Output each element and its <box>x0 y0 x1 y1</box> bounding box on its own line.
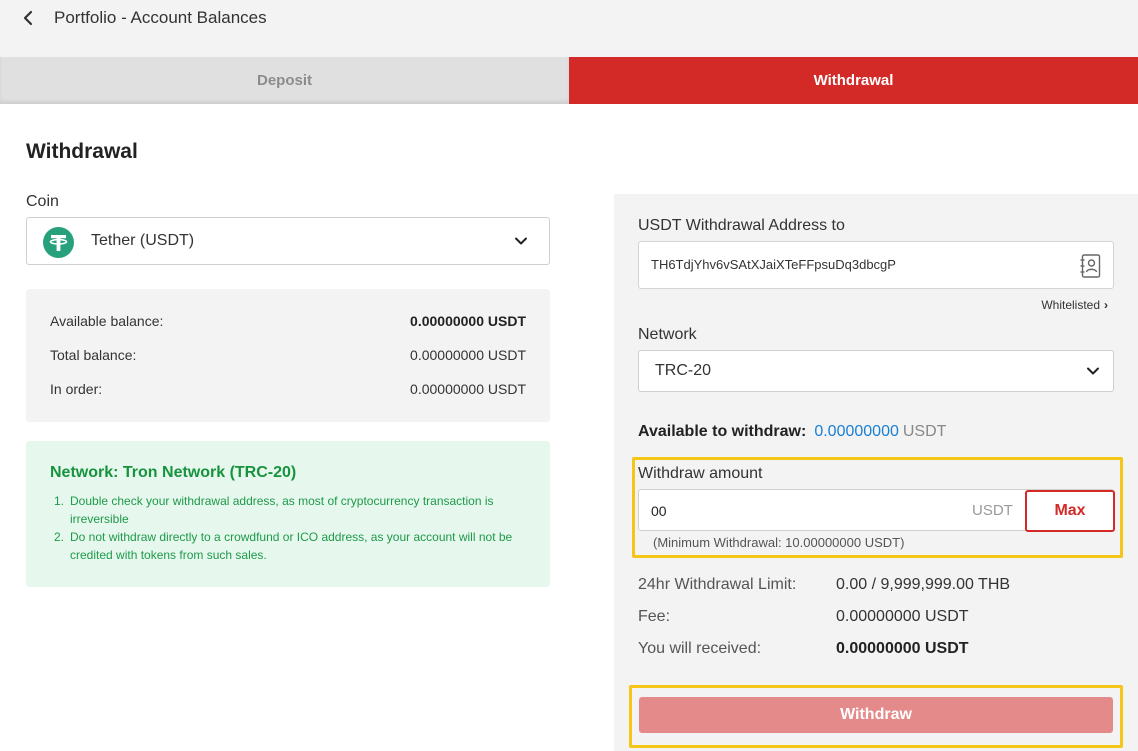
network-select[interactable]: TRC-20 <box>638 350 1114 392</box>
minimum-withdrawal-note: (Minimum Withdrawal: 10.00000000 USDT) <box>653 535 905 550</box>
list-item-number: 2. <box>54 530 65 544</box>
available-balance-label: Available balance: <box>50 313 164 329</box>
total-balance-row: Total balance: 0.00000000 USDT <box>50 347 526 367</box>
withdraw-button[interactable]: Withdraw <box>639 697 1113 733</box>
network-note-list: 1. Double check your withdrawal address, … <box>54 492 534 564</box>
address-book-icon[interactable] <box>1079 253 1103 279</box>
tab-bar: Deposit Withdrawal <box>0 57 1138 104</box>
in-order-row: In order: 0.00000000 USDT <box>50 381 526 401</box>
coin-select[interactable]: Tether (USDT) <box>26 217 550 265</box>
total-balance-label: Total balance: <box>50 347 137 363</box>
max-button[interactable]: Max <box>1025 490 1115 532</box>
tab-deposit[interactable]: Deposit <box>0 57 569 104</box>
balance-card: Available balance: 0.00000000 USDT Total… <box>26 289 550 422</box>
address-value: TH6TdjYhv6vSAtXJaiXTeFFpsuDq3dbcgP <box>651 257 896 272</box>
page-title: Withdrawal <box>26 140 138 163</box>
list-item: 1. Double check your withdrawal address, … <box>54 492 534 528</box>
address-label: USDT Withdrawal Address to <box>638 217 845 234</box>
tab-withdrawal[interactable]: Withdrawal <box>569 57 1138 104</box>
withdraw-amount-input[interactable]: 00 USDT Max <box>638 489 1115 532</box>
available-balance-row: Available balance: 0.00000000 USDT <box>50 313 526 333</box>
fee-label: Fee: <box>638 608 671 625</box>
available-to-withdraw-unit: USDT <box>902 423 947 440</box>
available-balance-value: 0.00000000 USDT <box>410 313 526 329</box>
list-item-text: Double check your withdrawal address, as… <box>70 494 494 526</box>
available-to-withdraw-amount[interactable]: 0.00000000 <box>814 423 899 440</box>
receive-label: You will received: <box>638 640 762 657</box>
network-selected-value: TRC-20 <box>655 362 712 379</box>
total-balance-value: 0.00000000 USDT <box>410 347 526 363</box>
network-note-title: Network: Tron Network (TRC-20) <box>50 464 297 481</box>
receive-value: 0.00000000 USDT <box>836 640 969 657</box>
withdraw-amount-unit: USDT <box>972 502 1013 519</box>
coin-label: Coin <box>26 193 59 210</box>
page-header-title: Portfolio - Account Balances <box>54 8 267 27</box>
list-item-number: 1. <box>54 494 65 508</box>
back-arrow-icon[interactable] <box>18 6 38 30</box>
in-order-label: In order: <box>50 381 103 397</box>
list-item: 2. Do not withdraw directly to a crowdfun… <box>54 528 534 564</box>
network-info-note: Network: Tron Network (TRC-20) 1. Double … <box>26 441 550 587</box>
withdrawal-limit-label: 24hr Withdrawal Limit: <box>638 576 797 593</box>
in-order-value: 0.00000000 USDT <box>410 381 526 397</box>
withdraw-amount-value: 00 <box>651 503 667 519</box>
available-to-withdraw-label: Available to withdraw: <box>638 423 807 440</box>
withdraw-amount-label: Withdraw amount <box>638 465 763 482</box>
coin-selected-value: Tether (USDT) <box>91 232 195 249</box>
chevron-down-icon <box>515 237 527 245</box>
top-bar: Portfolio - Account Balances <box>0 0 1138 57</box>
whitelisted-link[interactable]: Whitelisted › <box>1041 298 1108 312</box>
list-item-text: Do not withdraw directly to a crowdfund … <box>70 530 513 562</box>
fee-value: 0.00000000 USDT <box>836 608 969 625</box>
address-field[interactable]: TH6TdjYhv6vSAtXJaiXTeFFpsuDq3dbcgP <box>638 241 1114 289</box>
available-to-withdraw: Available to withdraw: 0.00000000 USDT <box>638 423 946 441</box>
network-label: Network <box>638 326 697 343</box>
tether-icon <box>43 227 74 258</box>
chevron-down-icon <box>1087 367 1099 375</box>
chevron-right-icon: › <box>1104 298 1108 312</box>
withdrawal-limit-value: 0.00 / 9,999,999.00 THB <box>836 576 1011 593</box>
whitelisted-label: Whitelisted <box>1041 298 1100 312</box>
